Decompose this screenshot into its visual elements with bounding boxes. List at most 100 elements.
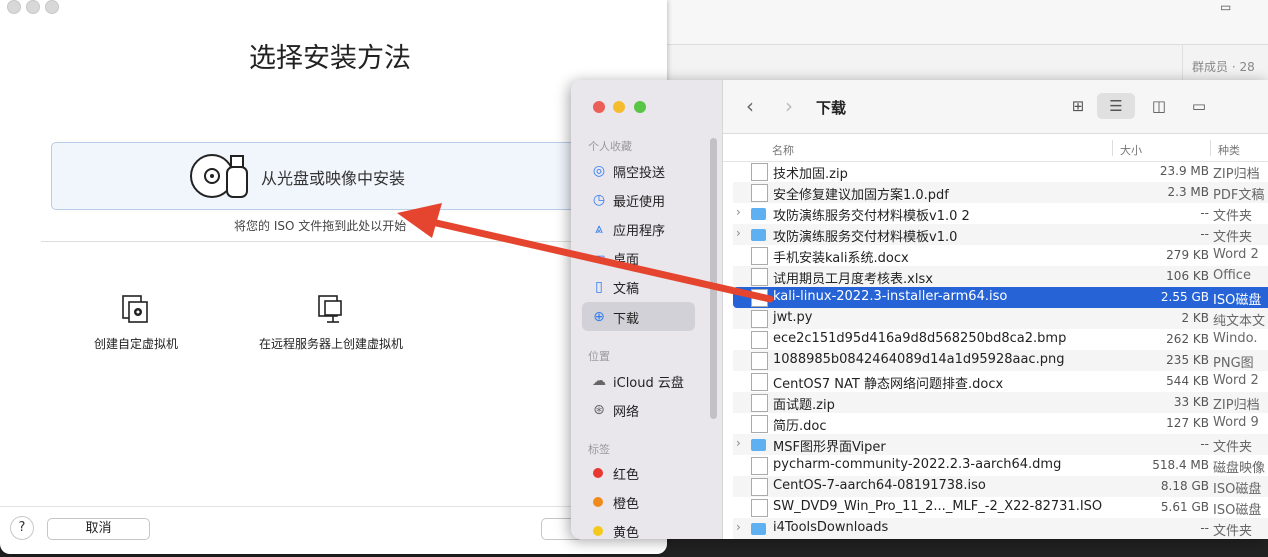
file-row[interactable]: 简历.doc 127 KB Word 9 [733,413,1268,434]
file-row[interactable]: pycharm-community-2022.2.3-aarch64.dmg 51… [733,455,1268,476]
back-button[interactable]: ‹ [746,94,754,118]
icon-view-button[interactable]: ⊞ [1059,93,1097,119]
file-kind: 纯文本文 [1213,314,1266,329]
location-title: 下载 [816,99,847,117]
gallery-view-button[interactable]: ▭ [1180,93,1218,119]
custom-vm-icon[interactable] [121,294,149,324]
sidebar-item-recents[interactable]: ◷ 最近使用 [582,185,695,214]
file-row[interactable]: › MSF图形界面Viper -- 文件夹 [733,434,1268,455]
create-custom-vm-label[interactable]: 创建自定虚拟机 [94,335,178,352]
sidebar-tag-yellow[interactable]: 黄色 [582,516,695,539]
tags-header: 标签 [588,443,610,456]
cancel-button[interactable]: 取消 [47,518,150,540]
file-size: 5.61 GB [1160,500,1209,514]
sidebar-item-label: 文稿 [613,282,640,297]
file-row[interactable]: CentOS-7-aarch64-08191738.iso 8.18 GB ISO磁… [733,476,1268,497]
file-row[interactable]: 1088985b0842464089d14a1d95928aac.png 235 … [733,350,1268,371]
install-from-disc-option[interactable]: 从光盘或映像中安装 [51,142,583,210]
file-row[interactable]: › 攻防演练服务交付材料模板v1.0 -- 文件夹 [733,224,1268,245]
create-remote-vm-label[interactable]: 在远程服务器上创建虚拟机 [259,335,403,352]
file-name: CentOS7 NAT 静态网络问题排查.docx [773,377,1004,392]
file-kind: ZIP归档 [1213,398,1260,413]
finder-zoom-button[interactable] [634,101,646,113]
sidebar-tag-orange[interactable]: 橙色 [582,487,695,516]
file-row[interactable]: › 攻防演练服务交付材料模板v1.0 2 -- 文件夹 [733,203,1268,224]
sidebar-item-network[interactable]: ⊛ 网络 [582,395,695,424]
folder-icon [751,523,766,535]
dialog-footer-divider [0,506,667,507]
remote-server-icon[interactable] [316,294,346,326]
file-row[interactable]: SW_DVD9_Win_Pro_11_2..._MLF_-2_X22-82731… [733,497,1268,518]
column-name[interactable]: 名称 [772,142,794,158]
sidebar-item-airdrop[interactable]: ◎ 隔空投送 [582,156,695,185]
file-size: 127 KB [1166,416,1209,430]
sidebar-item-desktop[interactable]: ▭ 桌面 [582,243,695,272]
help-button[interactable]: ? [10,516,34,540]
sidebar-item-label: 桌面 [613,253,640,268]
file-name: 简历.doc [773,419,827,434]
file-row[interactable]: › i4ToolsDownloads -- 文件夹 [733,518,1268,539]
file-row[interactable]: CentOS7 NAT 静态网络问题排查.docx 544 KB Word 2 [733,371,1268,392]
zoom-button[interactable] [45,0,59,14]
sidebar-item-applications[interactable]: ⩓ 应用程序 [582,214,695,243]
file-kind: 文件夹 [1213,440,1253,455]
file-row[interactable]: 安全修复建议加固方案1.0.pdf 2.3 MB PDF文稿 [733,182,1268,203]
sidebar-item-label: 最近使用 [613,195,666,210]
finder-minimize-button[interactable] [613,101,625,113]
file-icon [751,331,768,349]
file-size: 544 KB [1166,374,1209,388]
disclosure-chevron-icon[interactable]: › [736,520,741,534]
file-icon [751,268,768,286]
file-name: 安全修复建议加固方案1.0.pdf [773,188,949,203]
sidebar-tag-red[interactable]: 红色 [582,458,695,487]
file-kind: Word 9 [1213,415,1259,430]
file-row[interactable]: kali-linux-2022.3-installer-arm64.iso 2.5… [733,287,1268,308]
airdrop-icon: ◎ [592,163,606,179]
file-name: i4ToolsDownloads [773,520,889,535]
yellow-tag-icon [593,526,603,536]
sidebar-item-documents[interactable]: ▯ 文稿 [582,272,695,301]
sidebar-scrollbar[interactable] [710,138,717,419]
file-row[interactable]: ece2c151d95d416a9d8d568250bd8ca2.bmp 262 … [733,329,1268,350]
sidebar-item-downloads[interactable]: ⊕ 下载 [582,302,695,331]
folder-icon [751,439,766,451]
finder-sidebar: 个人收藏 ◎ 隔空投送 ◷ 最近使用 ⩓ 应用程序 ▭ 桌面 ▯ 文稿 ⊕ 下载… [571,80,723,539]
columns-icon: ◫ [1151,97,1167,115]
finder-close-button[interactable] [593,101,605,113]
members-count: 群成员 · 28 [1192,60,1255,74]
sidebar-item-label: 下载 [613,312,640,327]
file-row[interactable]: jwt.py 2 KB 纯文本文 [733,308,1268,329]
close-button[interactable] [7,0,21,14]
file-row[interactable]: 技术加固.zip 23.9 MB ZIP归档 [733,161,1268,182]
sidebar-item-icloud[interactable]: ☁ iCloud 云盘 [582,366,695,395]
file-row[interactable]: 试用期员工月度考核表.xlsx 106 KB Office [733,266,1268,287]
file-name: 手机安装kali系统.docx [773,251,909,266]
sidebar-item-label: 红色 [613,468,640,483]
file-name: ece2c151d95d416a9d8d568250bd8ca2.bmp [773,331,1067,346]
disclosure-chevron-icon[interactable]: › [736,205,741,219]
column-size[interactable]: 大小 [1120,142,1142,158]
minimize-button[interactable] [26,0,40,14]
file-name: SW_DVD9_Win_Pro_11_2..._MLF_-2_X22-82731… [773,499,1103,514]
list-view-button[interactable]: ☰ [1097,93,1135,119]
file-kind: 文件夹 [1213,209,1253,224]
dialog-title: 选择安装方法 [249,43,411,74]
video-icon[interactable]: ▭ [1220,0,1231,14]
file-size: 279 KB [1166,248,1209,262]
finder-window: 个人收藏 ◎ 隔空投送 ◷ 最近使用 ⩓ 应用程序 ▭ 桌面 ▯ 文稿 ⊕ 下载… [571,80,1268,539]
disclosure-chevron-icon[interactable]: › [736,226,741,240]
background-window-header [600,0,1268,45]
forward-button[interactable]: › [785,94,793,118]
file-size: 23.9 MB [1159,164,1209,178]
file-row[interactable]: 手机安装kali系统.docx 279 KB Word 2 [733,245,1268,266]
clock-icon: ◷ [592,192,606,208]
file-row[interactable]: 面试题.zip 33 KB ZIP归档 [733,392,1268,413]
column-kind[interactable]: 种类 [1218,142,1240,158]
grid-icon: ⊞ [1071,97,1085,115]
column-view-button[interactable]: ◫ [1140,93,1178,119]
file-name: pycharm-community-2022.2.3-aarch64.dmg [773,457,1062,472]
file-name: 面试题.zip [773,398,835,413]
file-name: kali-linux-2022.3-installer-arm64.iso [773,289,1008,304]
sidebar-item-label: 黄色 [613,526,640,539]
disclosure-chevron-icon[interactable]: › [736,436,741,450]
